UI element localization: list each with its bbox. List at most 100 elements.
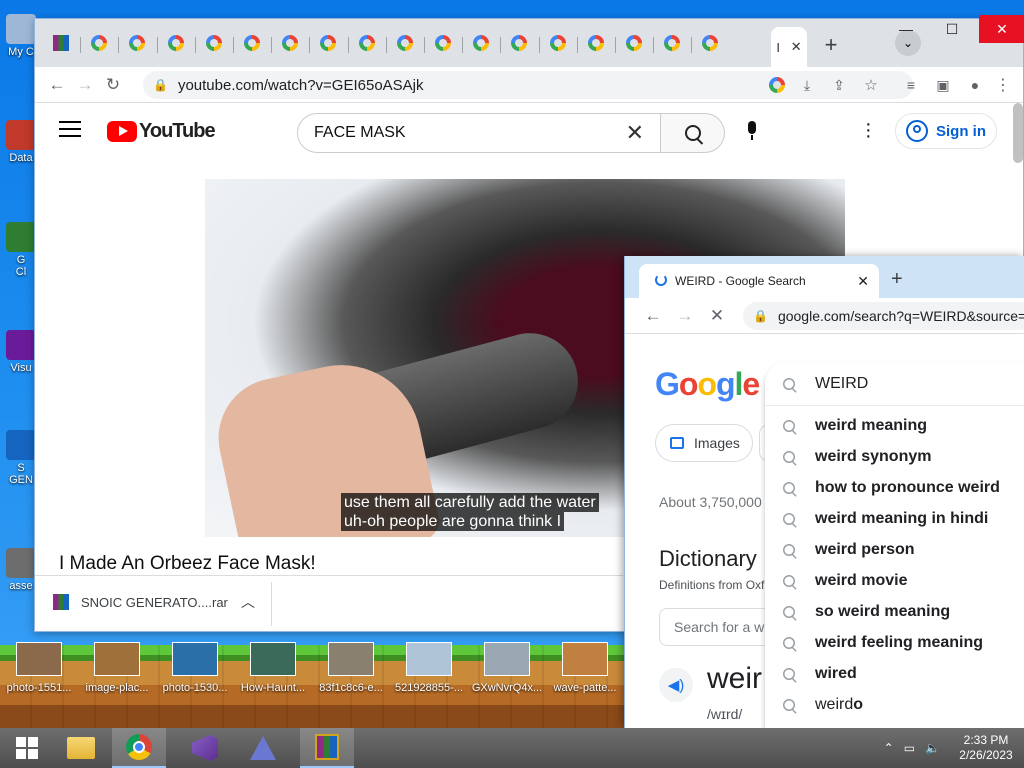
search-autocomplete: WEIRD weird meaning weird synonym how to p… — [765, 362, 1024, 728]
bookmark-star-icon[interactable]: ☆ — [857, 71, 885, 99]
taskbar-winrar[interactable] — [300, 728, 354, 768]
tab-active[interactable]: I ✕ — [771, 27, 807, 67]
chrome-window-google[interactable]: WEIRD - Google Search ✕ + ← → ✕ 🔒 google… — [624, 256, 1024, 728]
suggestion-text: weird synonym — [815, 447, 932, 465]
autocomplete-suggestion[interactable]: weird movie — [765, 565, 1024, 596]
tab-close-icon[interactable]: ✕ — [791, 39, 802, 55]
google-logo[interactable]: Google — [655, 366, 760, 403]
google-logo-letter: e — [742, 366, 760, 402]
close-window-button[interactable]: ✕ — [979, 15, 1024, 43]
chrome-menu-icon[interactable]: ⋮ — [989, 71, 1017, 99]
suggestion-text: so weird meaning — [815, 602, 951, 620]
hamburger-menu-icon[interactable] — [59, 121, 81, 139]
autocomplete-suggestion[interactable]: weird meaning — [765, 410, 1024, 441]
share-icon[interactable]: ⇪ — [825, 71, 853, 99]
new-tab-button[interactable]: + — [817, 31, 845, 59]
google-lens-icon[interactable] — [763, 71, 791, 99]
tab-google[interactable] — [425, 27, 461, 59]
dictionary-word: weir — [707, 662, 763, 695]
chip-label: Images — [694, 435, 740, 451]
media-control-icon[interactable]: ≡ — [897, 71, 925, 99]
taskbar-app-triangle[interactable] — [236, 728, 290, 768]
tab-google[interactable] — [463, 27, 499, 59]
speaker-icon[interactable]: ◀) — [659, 668, 693, 702]
desktop-file[interactable]: photo-1551... — [0, 642, 78, 694]
dictionary-search-input[interactable]: Search for a w — [659, 608, 769, 646]
tab-google[interactable] — [196, 27, 232, 59]
desktop-file[interactable]: GXwNvrQ4x... — [468, 642, 546, 694]
desktop-app-icon — [6, 548, 36, 578]
desktop-file[interactable]: wave-patte... — [546, 642, 624, 694]
volume-icon[interactable]: 🔈 — [925, 741, 940, 755]
minimize-button[interactable]: — — [883, 15, 929, 43]
back-button[interactable]: ← — [639, 302, 667, 330]
tab-google[interactable] — [272, 27, 308, 59]
more-options-icon[interactable]: · · · — [865, 114, 872, 146]
lock-icon: 🔒 — [153, 78, 168, 92]
desktop-file[interactable]: 521928855-... — [390, 642, 468, 694]
autocomplete-suggestion[interactable]: wired — [765, 658, 1024, 689]
download-item[interactable]: SNOIC GENERATO....rar — [53, 594, 228, 610]
autocomplete-suggestion[interactable]: so weird meaning — [765, 596, 1024, 627]
google-search-input[interactable]: WEIRD — [765, 362, 1024, 406]
download-options-chevron-icon[interactable]: ︿ — [241, 592, 255, 612]
forward-button[interactable]: → — [71, 71, 99, 99]
tab-google[interactable] — [81, 27, 117, 59]
taskbar-chrome[interactable] — [112, 728, 166, 768]
tab-google[interactable] — [540, 27, 576, 59]
tab-google[interactable] — [158, 27, 194, 59]
desktop-file[interactable]: image-plac... — [78, 642, 156, 694]
youtube-search-button[interactable] — [661, 113, 725, 153]
desktop-file[interactable]: photo-1530... — [156, 642, 234, 694]
tab-google[interactable] — [387, 27, 423, 59]
start-button[interactable] — [0, 728, 54, 768]
network-icon[interactable]: ▭ — [904, 741, 915, 755]
autocomplete-suggestion[interactable]: beard — [765, 720, 1024, 729]
youtube-search-input[interactable]: FACE MASK ✕ — [297, 113, 661, 153]
tab-google[interactable] — [616, 27, 652, 59]
tab-google[interactable] — [692, 27, 728, 59]
tab-title: WEIRD - Google Search — [675, 274, 806, 288]
tab-winrar[interactable] — [43, 27, 79, 59]
autocomplete-suggestion[interactable]: weird feeling meaning — [765, 627, 1024, 658]
autocomplete-suggestion[interactable]: how to pronounce weird — [765, 472, 1024, 503]
tab-active-label: I — [776, 39, 780, 55]
forward-button[interactable]: → — [671, 302, 699, 330]
taskbar-visual-studio[interactable] — [178, 728, 232, 768]
desktop-file[interactable]: How-Haunt... — [234, 642, 312, 694]
autocomplete-suggestion[interactable]: weird synonym — [765, 441, 1024, 472]
reload-button[interactable]: ↻ — [99, 71, 127, 99]
autocomplete-suggestion[interactable]: weirdo — [765, 689, 1024, 720]
google-favicon-icon — [435, 35, 451, 51]
clock[interactable]: 2:33 PM 2/26/2023 — [948, 733, 1024, 763]
side-panel-icon[interactable]: ▣ — [929, 71, 957, 99]
tab-google[interactable] — [654, 27, 690, 59]
desktop-file[interactable]: 83f1c8c6-e... — [312, 642, 390, 694]
tab-google[interactable] — [119, 27, 155, 59]
autocomplete-suggestion[interactable]: weird meaning in hindi — [765, 503, 1024, 534]
back-button[interactable]: ← — [43, 71, 71, 99]
install-icon[interactable]: ⤓ — [793, 71, 821, 99]
address-bar[interactable]: 🔒 google.com/search?q=WEIRD&source=l — [743, 302, 1024, 330]
profile-icon[interactable]: ● — [961, 71, 989, 99]
show-hidden-icons-icon[interactable]: ⌃ — [884, 741, 894, 755]
google-favicon-icon — [129, 35, 146, 51]
stop-loading-button[interactable]: ✕ — [703, 302, 731, 330]
sign-in-button[interactable]: Sign in — [895, 113, 997, 149]
tab-google[interactable] — [310, 27, 346, 59]
tab-google[interactable] — [349, 27, 385, 59]
tab-google[interactable] — [578, 27, 614, 59]
tab-google[interactable] — [501, 27, 537, 59]
tab-close-icon[interactable]: ✕ — [857, 273, 869, 290]
microphone-icon[interactable] — [745, 121, 759, 143]
page-scrollbar[interactable] — [1013, 103, 1023, 163]
clear-search-icon[interactable]: ✕ — [626, 120, 644, 146]
tab-google[interactable] — [234, 27, 270, 59]
new-tab-button[interactable]: + — [891, 268, 903, 291]
tab-google-search[interactable]: WEIRD - Google Search ✕ — [639, 264, 879, 298]
maximize-button[interactable]: ☐ — [929, 15, 975, 43]
images-filter-chip[interactable]: Images — [655, 424, 753, 462]
taskbar-file-explorer[interactable] — [54, 728, 108, 768]
autocomplete-suggestion[interactable]: weird person — [765, 534, 1024, 565]
youtube-logo[interactable]: YouTube — [107, 120, 216, 143]
